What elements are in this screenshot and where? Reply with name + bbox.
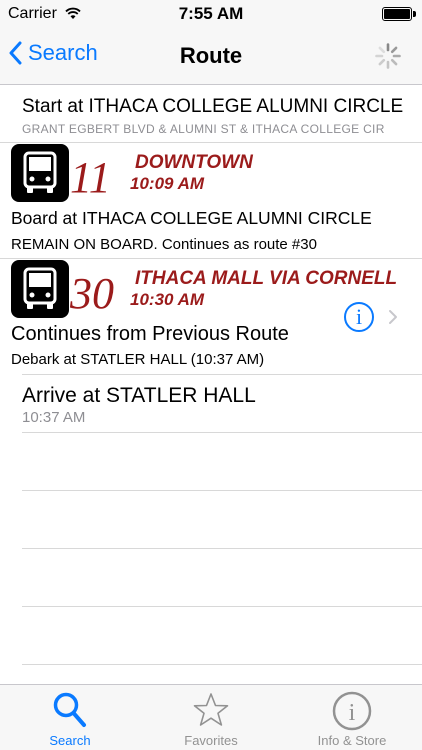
- empty-row-divider: [22, 490, 422, 491]
- chevron-left-icon: [9, 41, 22, 65]
- route-number: 11: [70, 153, 111, 202]
- bus-icon: [11, 260, 69, 318]
- empty-row-divider: [22, 606, 422, 607]
- battery-icon: [382, 7, 412, 21]
- search-icon: [53, 692, 86, 727]
- board-instruction: Board at ITHACA COLLEGE ALUMNI CIRCLE: [11, 208, 372, 228]
- arrive-time: 10:37 AM: [22, 409, 86, 426]
- route-name: DOWNTOWN: [135, 152, 253, 173]
- tab-bar: Search Favorites i Info & Store: [0, 684, 422, 750]
- status-bar: Carrier 7:55 AM: [0, 0, 422, 28]
- divider: [22, 374, 422, 375]
- tab-search[interactable]: Search: [0, 685, 140, 750]
- transfer-instruction: REMAIN ON BOARD. Continues as route #30: [11, 236, 317, 253]
- divider: [22, 432, 422, 433]
- route-departure-time: 10:09 AM: [130, 174, 205, 193]
- tab-label: Search: [49, 733, 91, 748]
- star-icon: [193, 693, 229, 726]
- battery-tip: [413, 11, 416, 17]
- tab-label: Favorites: [184, 733, 238, 748]
- loading-spinner-icon: [375, 43, 401, 69]
- tab-info-store[interactable]: i Info & Store: [282, 685, 422, 750]
- tab-favorites[interactable]: Favorites: [141, 685, 281, 750]
- clock: 7:55 AM: [178, 4, 244, 23]
- start-row[interactable]: Start at ITHACA COLLEGE ALUMNI CIRCLE GR…: [0, 85, 422, 143]
- route-name: ITHACA MALL VIA CORNELL: [135, 268, 398, 289]
- back-button[interactable]: Search: [8, 40, 98, 66]
- tab-label: Info & Store: [317, 733, 387, 748]
- empty-row-divider: [22, 664, 422, 665]
- bus-icon: [11, 144, 69, 202]
- start-title: Start at ITHACA COLLEGE ALUMNI CIRCLE: [22, 96, 404, 117]
- route-segment[interactable]: 30 ITHACA MALL VIA CORNELL 10:30 AM Cont…: [0, 259, 422, 375]
- route-departure-time: 10:30 AM: [130, 290, 205, 309]
- route-segment[interactable]: 11 DOWNTOWN 10:09 AM Board at ITHACA COL…: [0, 143, 422, 259]
- info-icon: i: [332, 691, 372, 731]
- navigation-bar: Search Route: [0, 28, 422, 85]
- svg-text:i: i: [349, 700, 356, 726]
- info-button[interactable]: i: [344, 302, 374, 332]
- arrive-title: Arrive at STATLER HALL: [22, 384, 256, 407]
- route-number: 30: [70, 269, 114, 318]
- empty-row-divider: [22, 548, 422, 549]
- continue-instruction: Continues from Previous Route: [11, 323, 289, 345]
- back-button-label: Search: [28, 40, 98, 65]
- debark-instruction: Debark at STATLER HALL (10:37 AM): [11, 351, 265, 368]
- start-address: GRANT EGBERT BLVD & ALUMNI ST & ITHACA C…: [22, 122, 385, 136]
- chevron-right-icon: [389, 310, 397, 324]
